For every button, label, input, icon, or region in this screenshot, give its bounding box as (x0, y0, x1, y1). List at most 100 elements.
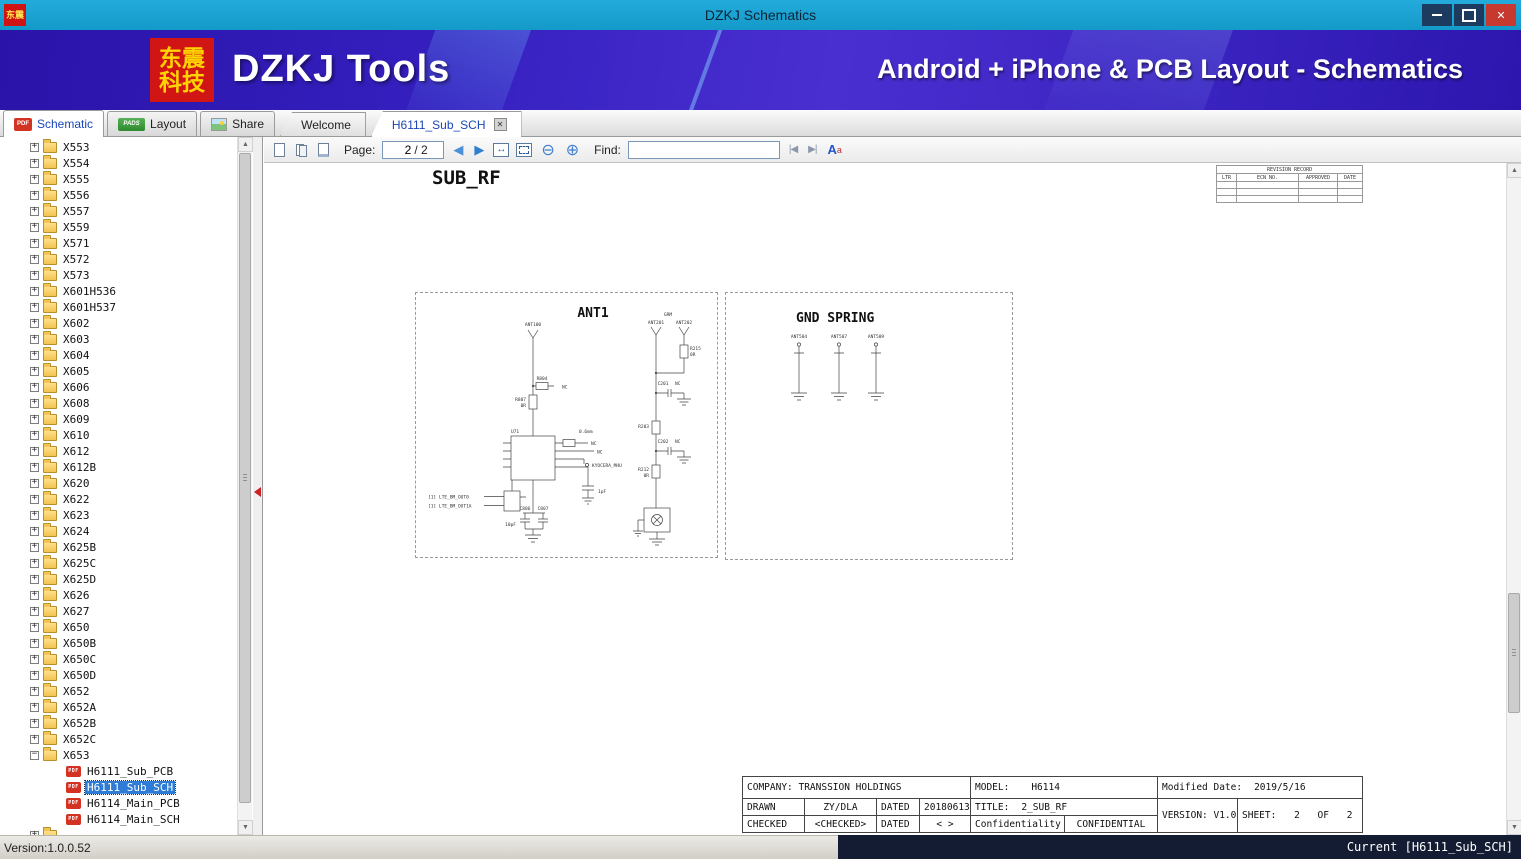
tree-file-row[interactable]: H6114_Main_SCH (0, 811, 237, 827)
expand-icon[interactable] (30, 206, 39, 216)
expand-icon[interactable] (30, 142, 39, 152)
page-number-input[interactable] (387, 142, 412, 157)
expand-icon[interactable] (30, 270, 39, 280)
tree-folder-row[interactable]: X650C (0, 650, 237, 667)
expand-icon[interactable] (30, 670, 39, 680)
find-previous-button[interactable] (787, 140, 799, 160)
expand-icon[interactable] (30, 334, 39, 344)
scroll-up-icon[interactable] (238, 137, 253, 152)
scroll-down-icon[interactable] (1507, 820, 1521, 835)
tree-folder-row[interactable]: X573 (0, 266, 237, 283)
single-page-icon[interactable] (272, 140, 287, 160)
expand-icon[interactable] (30, 430, 39, 440)
sidebar-scrollbar-thumb[interactable] (239, 153, 251, 803)
tree-folder-row[interactable]: X555 (0, 170, 237, 187)
expand-icon[interactable] (30, 734, 39, 744)
tree-file-row[interactable]: H6111_Sub_SCH (0, 779, 237, 795)
tree-folder-row[interactable]: X553 (0, 138, 237, 155)
expand-icon[interactable] (30, 174, 39, 184)
tree-folder-row[interactable]: X601H537 (0, 298, 237, 315)
close-button[interactable] (1486, 4, 1516, 26)
zoom-out-button[interactable] (539, 140, 556, 160)
tree-file-row[interactable]: H6111_Sub_PCB (0, 763, 237, 779)
expand-icon[interactable] (30, 222, 39, 232)
expand-icon[interactable] (30, 462, 39, 472)
tree-folder-row[interactable]: X652C (0, 730, 237, 747)
tree-folder-row[interactable]: X622 (0, 490, 237, 507)
next-page-button[interactable] (472, 140, 486, 160)
expand-icon[interactable] (30, 398, 39, 408)
tree-file-row[interactable]: H6114_Main_PCB (0, 795, 237, 811)
tree-folder-row[interactable]: X557 (0, 202, 237, 219)
expand-icon[interactable] (30, 238, 39, 248)
maximize-button[interactable] (1454, 4, 1484, 26)
expand-icon[interactable] (30, 366, 39, 376)
find-next-button[interactable] (806, 140, 818, 160)
expand-icon[interactable] (30, 606, 39, 616)
tree-folder-row[interactable]: X620 (0, 474, 237, 491)
tab-schematic[interactable]: Schematic (3, 110, 105, 137)
tree-folder-row[interactable]: X625C (0, 554, 237, 571)
expand-icon[interactable] (30, 414, 39, 424)
expand-icon[interactable] (30, 702, 39, 712)
tree-folder-row[interactable]: X626 (0, 586, 237, 603)
fit-width-button[interactable] (493, 142, 510, 157)
tree-folder-row[interactable]: X650 (0, 618, 237, 635)
expand-icon[interactable] (30, 190, 39, 200)
previous-page-button[interactable] (451, 140, 465, 160)
tree-folder-row[interactable]: X554 (0, 154, 237, 171)
tree-folder-row-expanded[interactable]: X653 (0, 746, 237, 763)
expand-icon[interactable] (30, 350, 39, 360)
tab-share[interactable]: Share (200, 111, 276, 136)
font-size-button[interactable] (825, 140, 843, 160)
tree-folder-row[interactable]: X606 (0, 378, 237, 395)
tree-folder-row[interactable]: X559 (0, 218, 237, 235)
tree-folder-row[interactable]: X556 (0, 186, 237, 203)
expand-icon[interactable] (30, 510, 39, 520)
continuous-pages-icon[interactable] (316, 140, 331, 160)
tree-folder-row[interactable]: X612B (0, 458, 237, 475)
minimize-button[interactable] (1422, 4, 1452, 26)
expand-icon[interactable] (30, 590, 39, 600)
scroll-up-icon[interactable] (1507, 163, 1521, 178)
expand-icon[interactable] (30, 574, 39, 584)
close-tab-icon[interactable] (493, 118, 507, 131)
expand-icon[interactable] (30, 302, 39, 312)
pdf-scrollbar-thumb[interactable] (1508, 593, 1520, 713)
tree-folder-row[interactable]: X625B (0, 538, 237, 555)
fit-page-button[interactable] (516, 142, 533, 157)
tree-folder-row[interactable]: X609 (0, 410, 237, 427)
tree-folder-row[interactable]: X650D (0, 666, 237, 683)
tree-folder-row[interactable]: X612 (0, 442, 237, 459)
tree-folder-row[interactable]: X623 (0, 506, 237, 523)
tree-folder-row[interactable]: X624 (0, 522, 237, 539)
tree-folder-row[interactable]: X608 (0, 394, 237, 411)
tree-folder-row[interactable]: X610 (0, 426, 237, 443)
find-input[interactable] (627, 140, 780, 159)
tree-folder-row[interactable]: X652 (0, 682, 237, 699)
tree-folder-row[interactable]: X603 (0, 330, 237, 347)
expand-icon[interactable] (30, 526, 39, 536)
expand-icon[interactable] (30, 686, 39, 696)
expand-icon[interactable] (30, 318, 39, 328)
tab-layout[interactable]: Layout (107, 111, 198, 136)
tree-folder-row[interactable]: X652A (0, 698, 237, 715)
collapse-icon[interactable] (30, 750, 39, 760)
tree-folder-row[interactable]: X625D (0, 570, 237, 587)
zoom-in-button[interactable] (564, 140, 581, 160)
expand-icon[interactable] (30, 286, 39, 296)
expand-icon[interactable] (30, 718, 39, 728)
tree-folder-row-partial[interactable] (0, 826, 237, 835)
tree-folder-row[interactable]: X602 (0, 314, 237, 331)
doc-tab-welcome[interactable]: Welcome (280, 112, 366, 136)
expand-icon[interactable] (30, 254, 39, 264)
tree-folder-row[interactable]: X605 (0, 362, 237, 379)
expand-icon[interactable] (30, 558, 39, 568)
tree-folder-row[interactable]: X571 (0, 234, 237, 251)
expand-icon[interactable] (30, 542, 39, 552)
tree-folder-row[interactable]: X572 (0, 250, 237, 267)
expand-icon[interactable] (30, 494, 39, 504)
tree-folder-row[interactable]: X627 (0, 602, 237, 619)
scroll-down-icon[interactable] (238, 820, 253, 835)
tree-folder-row[interactable]: X604 (0, 346, 237, 363)
